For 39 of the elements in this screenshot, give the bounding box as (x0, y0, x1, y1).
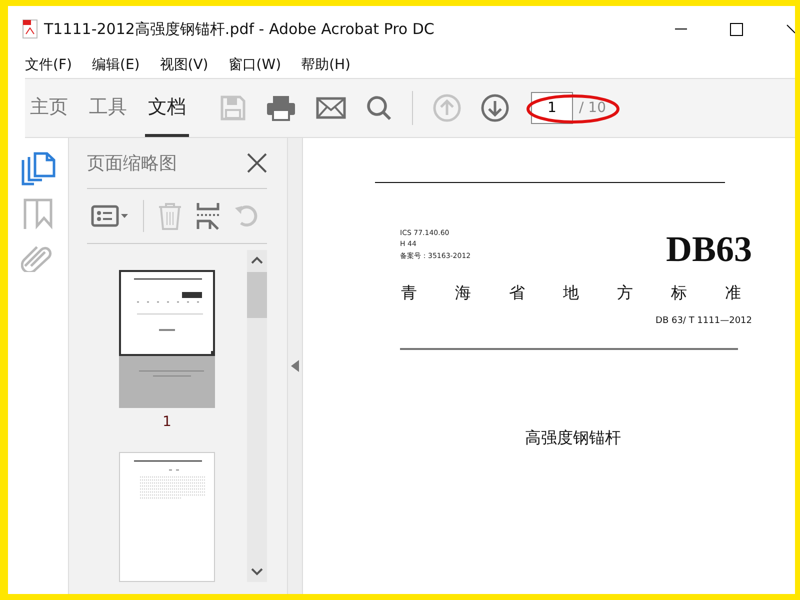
menu-item[interactable]: 编辑(E) (92, 56, 140, 74)
close-icon[interactable] (247, 153, 267, 173)
envelope-icon[interactable] (316, 97, 346, 119)
scrollbar[interactable] (247, 250, 267, 582)
menu-item[interactable]: 窗口(W) (228, 56, 282, 74)
heading-character: 标 (671, 283, 687, 304)
search-icon[interactable] (366, 95, 392, 121)
heading-character: 准 (725, 283, 741, 304)
pdf-file-icon (22, 19, 38, 39)
menu-item[interactable]: 帮助(H) (301, 56, 351, 74)
heading-character: 地 (563, 283, 579, 304)
standard-number: DB 63/ T 1111—2012 (656, 316, 752, 326)
window-title: T1111-2012高强度钢锚杆.pdf - Adobe Acrobat Pro DC (44, 20, 436, 38)
close-icon[interactable] (785, 23, 795, 35)
tab[interactable]: 工具 (86, 79, 130, 137)
page-label: 1 (162, 414, 172, 430)
page-thumbnail[interactable] (119, 270, 215, 408)
insert-page-icon[interactable] (196, 202, 220, 230)
collapse-arrow-icon[interactable] (291, 360, 299, 372)
menu-item[interactable]: 视图(V) (160, 56, 208, 74)
heading-character: 海 (455, 283, 471, 304)
pages-icon[interactable] (20, 152, 56, 186)
menu-item[interactable]: 文件(F) (25, 56, 72, 74)
arrow-down-icon[interactable] (481, 94, 509, 122)
tab[interactable]: 主页 (27, 79, 71, 137)
heading-character: 青 (401, 283, 417, 304)
document-title: 高强度钢锚杆 (525, 428, 621, 447)
maximize-icon[interactable] (730, 22, 743, 36)
page-count: / 10 (578, 100, 606, 116)
scrollbar-thumb[interactable] (247, 272, 267, 318)
standard-logo-text: DB63 (666, 231, 752, 267)
scroll-up-icon[interactable] (251, 256, 263, 264)
printer-icon[interactable] (266, 95, 296, 121)
panel-title: 页面缩略图 (87, 152, 177, 175)
heading-character: 方 (617, 283, 633, 304)
heading-character: 省 (509, 283, 525, 304)
page-thumbnail[interactable] (119, 452, 215, 582)
options-dropdown-icon[interactable] (91, 205, 129, 227)
scroll-down-icon[interactable] (251, 568, 263, 576)
